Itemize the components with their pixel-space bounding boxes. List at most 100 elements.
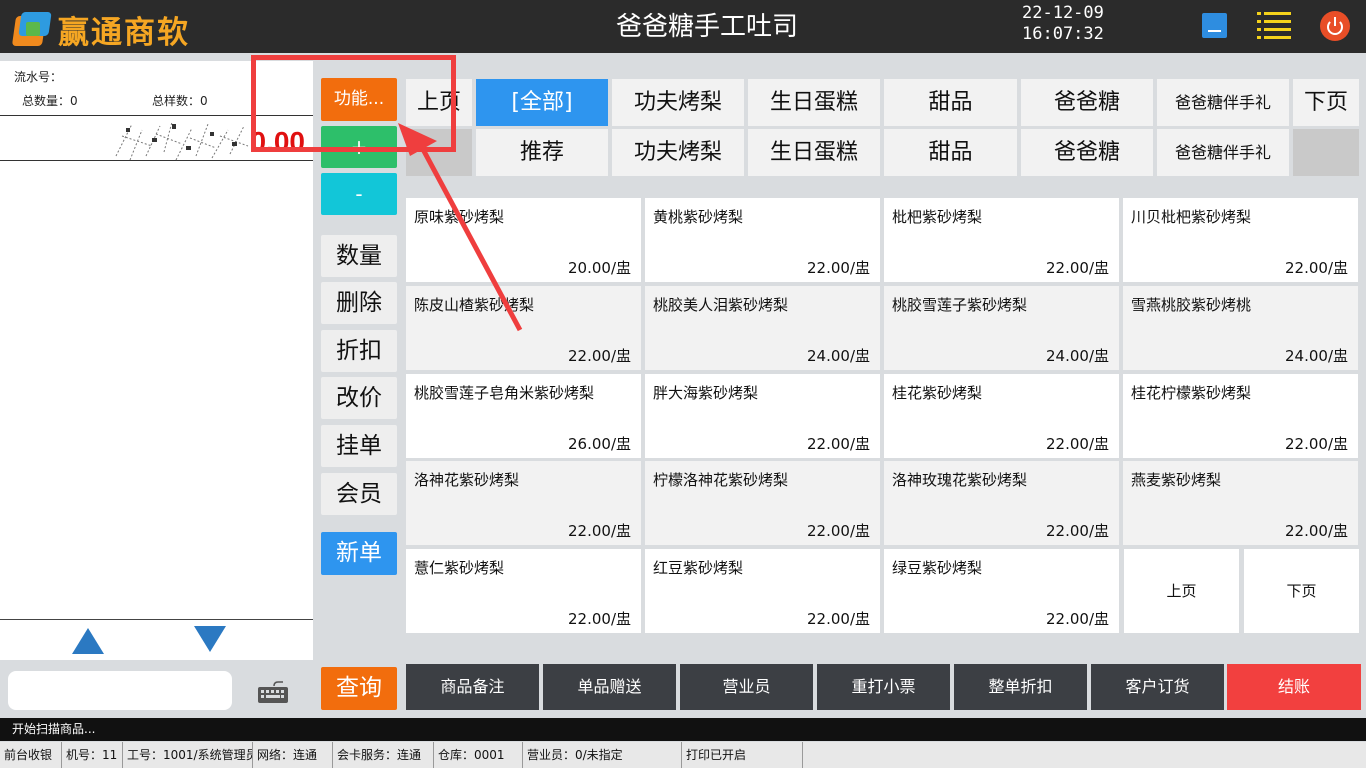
clock-time: 16:07:32 (1022, 24, 1104, 44)
product-price: 22.00/盅 (807, 610, 870, 628)
barcode-scan-input[interactable] (8, 671, 232, 710)
status-mode: 前台收银 (0, 742, 62, 768)
product-price: 22.00/盅 (1046, 610, 1109, 628)
product-tile[interactable]: 桃胶雪莲子皂角米紫砂烤梨 26.00/盅 (406, 374, 641, 458)
customer-order-button[interactable]: 客户订货 (1091, 664, 1224, 710)
item-note-button[interactable]: 商品备注 (406, 664, 539, 710)
query-button[interactable]: 查询 (321, 667, 397, 710)
minimize-icon[interactable] (1202, 13, 1227, 38)
product-tile[interactable]: 雪燕桃胶紫砂烤桃 24.00/盅 (1123, 286, 1358, 370)
status-terminal: 机号：11 (62, 742, 123, 768)
keyboard-icon[interactable] (257, 680, 289, 704)
serial-label: 流水号： (14, 70, 63, 84)
product-price: 22.00/盅 (568, 347, 631, 365)
category-kungfu-pear[interactable]: 功夫烤梨 (612, 79, 744, 126)
product-price: 24.00/盅 (1046, 347, 1109, 365)
texture-decoration (115, 121, 249, 161)
product-price: 22.00/盅 (1285, 259, 1348, 277)
category-babatang-gift[interactable]: 爸爸糖伴手礼 (1157, 79, 1289, 126)
product-tile[interactable]: 桂花紫砂烤梨 22.00/盅 (884, 374, 1119, 458)
power-icon[interactable] (1320, 11, 1350, 41)
menu-icon[interactable] (1257, 12, 1291, 40)
status-extra (803, 742, 1366, 768)
product-name: 雪燕桃胶紫砂烤桃 (1131, 296, 1252, 314)
title-bar: 赢通商软 爸爸糖手工吐司 22-12-09 16:07:32 (0, 0, 1366, 53)
category-next-page[interactable]: 下页 (1293, 79, 1359, 126)
product-tile[interactable]: 黄桃紫砂烤梨 22.00/盅 (645, 198, 880, 282)
category-kungfu-pear-2[interactable]: 功夫烤梨 (612, 129, 744, 176)
clock: 22-12-09 16:07:32 (1022, 3, 1104, 45)
product-tile[interactable]: 红豆紫砂烤梨 22.00/盅 (645, 549, 880, 633)
salesperson-button[interactable]: 营业员 (680, 664, 813, 710)
product-tile[interactable]: 桂花柠檬紫砂烤梨 22.00/盅 (1123, 374, 1358, 458)
category-babatang-gift-2[interactable]: 爸爸糖伴手礼 (1157, 129, 1289, 176)
product-tile[interactable]: 洛神玫瑰花紫砂烤梨 22.00/盅 (884, 461, 1119, 545)
member-button[interactable]: 会员 (321, 473, 397, 515)
app-logo: 赢通商软 (11, 7, 190, 52)
product-price: 22.00/盅 (807, 435, 870, 453)
status-printer: 打印已开启 (682, 742, 803, 768)
product-name: 桃胶雪莲子紫砂烤梨 (892, 296, 1028, 314)
delete-button[interactable]: 删除 (321, 282, 397, 324)
product-tile[interactable]: 燕麦紫砂烤梨 22.00/盅 (1123, 461, 1358, 545)
product-tile[interactable]: 薏仁紫砂烤梨 22.00/盅 (406, 549, 641, 633)
decrease-qty-button[interactable]: - (321, 173, 397, 215)
product-tile[interactable]: 桃胶美人泪紫砂烤梨 24.00/盅 (645, 286, 880, 370)
product-tile[interactable]: 枇杷紫砂烤梨 22.00/盅 (884, 198, 1119, 282)
product-price: 22.00/盅 (1046, 259, 1109, 277)
product-name: 红豆紫砂烤梨 (653, 559, 744, 577)
category-babatang-2[interactable]: 爸爸糖 (1021, 129, 1153, 176)
product-name: 桃胶雪莲子皂角米紫砂烤梨 (414, 384, 595, 402)
category-dessert[interactable]: 甜品 (884, 79, 1017, 126)
logo-mark-icon (11, 11, 52, 48)
product-tile[interactable]: 川贝枇杷紫砂烤梨 22.00/盅 (1123, 198, 1358, 282)
change-price-button[interactable]: 改价 (321, 377, 397, 419)
product-tile[interactable]: 桃胶雪莲子紫砂烤梨 24.00/盅 (884, 286, 1119, 370)
category-empty-slot (1293, 129, 1359, 176)
reprint-receipt-button[interactable]: 重打小票 (817, 664, 950, 710)
product-price: 24.00/盅 (1285, 347, 1348, 365)
product-price: 22.00/盅 (1046, 522, 1109, 540)
product-tile[interactable]: 胖大海紫砂烤梨 22.00/盅 (645, 374, 880, 458)
status-salesperson: 营业员：0/未指定 (523, 742, 682, 768)
category-birthday-cake-2[interactable]: 生日蛋糕 (748, 129, 880, 176)
store-title: 爸爸糖手工吐司 (615, 12, 798, 42)
product-name: 柠檬洛神花紫砂烤梨 (653, 471, 789, 489)
item-gift-button[interactable]: 单品赠送 (543, 664, 676, 710)
product-next-page-button[interactable]: 下页 (1244, 549, 1359, 633)
product-name: 绿豆紫砂烤梨 (892, 559, 983, 577)
category-dessert-2[interactable]: 甜品 (884, 129, 1017, 176)
product-tile[interactable]: 陈皮山楂紫砂烤梨 22.00/盅 (406, 286, 641, 370)
checkout-button[interactable]: 结账 (1227, 664, 1361, 710)
product-name: 薏仁紫砂烤梨 (414, 559, 505, 577)
product-tile[interactable]: 洛神花紫砂烤梨 22.00/盅 (406, 461, 641, 545)
product-price: 22.00/盅 (568, 522, 631, 540)
product-price: 22.00/盅 (1285, 435, 1348, 453)
category-recommended[interactable]: 推荐 (476, 129, 608, 176)
hold-order-button[interactable]: 挂单 (321, 425, 397, 467)
product-prev-page-button[interactable]: 上页 (1124, 549, 1239, 633)
order-list-nav (0, 619, 313, 660)
product-name: 黄桃紫砂烤梨 (653, 208, 744, 226)
product-tile[interactable]: 绿豆紫砂烤梨 22.00/盅 (884, 549, 1119, 633)
order-item-list[interactable] (0, 161, 313, 619)
product-price: 22.00/盅 (807, 259, 870, 277)
product-name: 枇杷紫砂烤梨 (892, 208, 983, 226)
total-kinds-label: 总样数：0 (152, 94, 208, 108)
product-tile[interactable]: 柠檬洛神花紫砂烤梨 22.00/盅 (645, 461, 880, 545)
new-order-button[interactable]: 新单 (321, 532, 397, 575)
product-name: 川贝枇杷紫砂烤梨 (1131, 208, 1252, 226)
product-tile[interactable]: 原味紫砂烤梨 20.00/盅 (406, 198, 641, 282)
order-discount-button[interactable]: 整单折扣 (954, 664, 1087, 710)
scroll-down-icon[interactable] (194, 626, 226, 652)
quantity-button[interactable]: 数量 (321, 235, 397, 277)
clock-date: 22-12-09 (1022, 3, 1104, 23)
category-babatang[interactable]: 爸爸糖 (1021, 79, 1153, 126)
total-qty-label: 总数量：0 (22, 94, 78, 108)
discount-button[interactable]: 折扣 (321, 330, 397, 372)
product-name: 原味紫砂烤梨 (414, 208, 505, 226)
category-all[interactable]: [全部] (476, 79, 608, 126)
scroll-up-icon[interactable] (72, 628, 104, 654)
product-price: 24.00/盅 (807, 347, 870, 365)
category-birthday-cake[interactable]: 生日蛋糕 (748, 79, 880, 126)
